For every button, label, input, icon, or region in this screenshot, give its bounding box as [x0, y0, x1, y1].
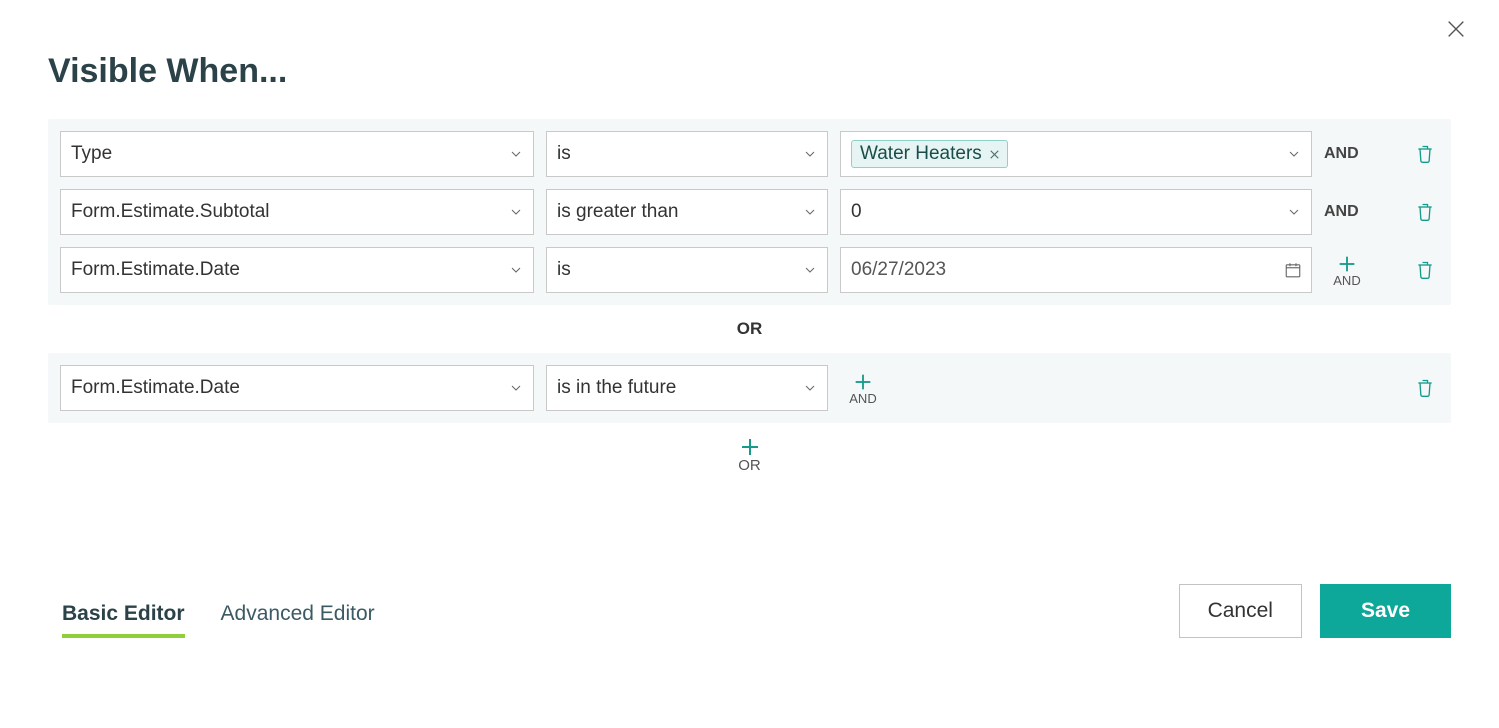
tab-advanced-editor[interactable]: Advanced Editor	[221, 602, 375, 638]
tag-remove-icon[interactable]	[988, 148, 1001, 161]
field-select[interactable]: Form.Estimate.Subtotal	[60, 189, 534, 235]
save-button[interactable]: Save	[1320, 584, 1451, 638]
operator-select-value: is greater than	[557, 201, 678, 223]
operator-select-value: is	[557, 259, 571, 281]
modal-footer: Basic Editor Advanced Editor Cancel Save	[48, 584, 1451, 638]
add-and-label: AND	[1333, 273, 1360, 288]
value-tag-label: Water Heaters	[860, 143, 982, 165]
chevron-down-icon	[1286, 204, 1302, 220]
delete-row-button[interactable]	[1411, 374, 1439, 402]
add-and-label: AND	[849, 391, 876, 406]
footer-buttons: Cancel Save	[1179, 584, 1451, 638]
chevron-down-icon	[802, 380, 818, 396]
field-select[interactable]: Form.Estimate.Date	[60, 247, 534, 293]
operator-select[interactable]: is	[546, 247, 828, 293]
and-joiner-label: AND	[1324, 145, 1370, 163]
delete-row-button[interactable]	[1411, 198, 1439, 226]
value-tag: Water Heaters	[851, 140, 1008, 168]
value-date-text: 06/27/2023	[851, 259, 946, 281]
condition-group: Form.Estimate.Date is in the future AND	[48, 353, 1451, 423]
condition-row: Form.Estimate.Subtotal is greater than 0…	[60, 189, 1439, 235]
condition-row: Form.Estimate.Date is 06/27/2023	[60, 247, 1439, 293]
condition-group: Type is Water Heaters	[48, 119, 1451, 305]
calendar-icon	[1284, 261, 1302, 279]
add-or-label: OR	[738, 457, 761, 474]
chevron-down-icon	[508, 380, 524, 396]
close-icon[interactable]	[1445, 18, 1473, 46]
value-select-value: 0	[851, 201, 862, 223]
field-select-value: Type	[71, 143, 112, 165]
delete-row-button[interactable]	[1411, 256, 1439, 284]
field-select-value: Form.Estimate.Subtotal	[71, 201, 270, 223]
add-and-button[interactable]: AND	[840, 371, 886, 406]
chevron-down-icon	[508, 262, 524, 278]
operator-select-value: is in the future	[557, 377, 676, 399]
value-select[interactable]: 0	[840, 189, 1312, 235]
field-select-value: Form.Estimate.Date	[71, 259, 240, 281]
add-and-button[interactable]: AND	[1324, 253, 1370, 288]
visible-when-modal: Visible When... Type is Water Heaters	[0, 0, 1499, 678]
operator-select[interactable]: is in the future	[546, 365, 828, 411]
chevron-down-icon	[802, 262, 818, 278]
condition-row: Type is Water Heaters	[60, 131, 1439, 177]
modal-title: Visible When...	[48, 52, 1451, 91]
and-joiner-label: AND	[1324, 203, 1370, 221]
field-select[interactable]: Form.Estimate.Date	[60, 365, 534, 411]
chevron-down-icon	[508, 204, 524, 220]
value-multiselect[interactable]: Water Heaters	[840, 131, 1312, 177]
chevron-down-icon	[1286, 146, 1302, 162]
add-or-button[interactable]: OR	[720, 435, 780, 474]
field-select[interactable]: Type	[60, 131, 534, 177]
field-select-value: Form.Estimate.Date	[71, 377, 240, 399]
cancel-button[interactable]: Cancel	[1179, 584, 1302, 638]
chevron-down-icon	[802, 146, 818, 162]
operator-select-value: is	[557, 143, 571, 165]
chevron-down-icon	[802, 204, 818, 220]
operator-select[interactable]: is	[546, 131, 828, 177]
chevron-down-icon	[508, 146, 524, 162]
operator-select[interactable]: is greater than	[546, 189, 828, 235]
editor-tabs: Basic Editor Advanced Editor	[62, 602, 375, 638]
delete-row-button[interactable]	[1411, 140, 1439, 168]
value-date-input[interactable]: 06/27/2023	[840, 247, 1312, 293]
tab-basic-editor[interactable]: Basic Editor	[62, 602, 185, 638]
condition-row: Form.Estimate.Date is in the future AND	[60, 365, 1439, 411]
or-separator: OR	[48, 319, 1451, 339]
